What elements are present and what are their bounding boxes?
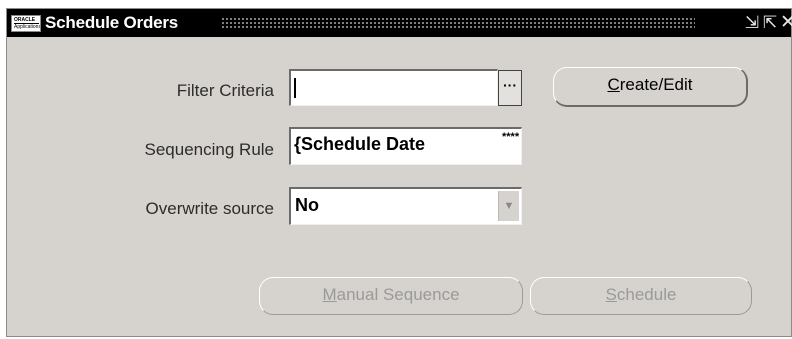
manual-sequence-button[interactable]: Manual Sequence bbox=[259, 277, 523, 315]
overwrite-source-label: Overwrite source bbox=[145, 199, 274, 218]
create-edit-button[interactable]: Create/Edit bbox=[553, 67, 748, 107]
overflow-marker: **** bbox=[502, 131, 520, 143]
maximize-icon[interactable]: ⇱ bbox=[760, 12, 780, 34]
filter-criteria-lov-button[interactable]: ··· bbox=[498, 70, 522, 106]
text-cursor bbox=[294, 78, 296, 98]
filter-criteria-input[interactable] bbox=[289, 69, 498, 106]
sequencing-rule-input[interactable]: {Schedule Date **** bbox=[289, 127, 522, 165]
sequencing-rule-value: {Schedule Date bbox=[294, 134, 426, 154]
oracle-app-icon: ORACLE Applications bbox=[11, 15, 41, 32]
dropdown-arrow-icon[interactable]: ▼ bbox=[498, 191, 519, 221]
schedule-button[interactable]: Schedule bbox=[530, 277, 752, 315]
close-icon[interactable]: ✕ bbox=[778, 12, 792, 34]
minimize-icon[interactable]: ⇲ bbox=[742, 12, 762, 34]
window-title: Schedule Orders bbox=[45, 13, 179, 32]
overwrite-source-value: No bbox=[295, 195, 319, 215]
title-bar-drag-pattern bbox=[221, 17, 695, 30]
schedule-orders-window: ORACLE Applications Schedule Orders ⇲ ⇱ … bbox=[6, 8, 792, 337]
sequencing-rule-label: Sequencing Rule bbox=[144, 140, 274, 159]
filter-criteria-label: Filter Criteria bbox=[176, 81, 274, 100]
title-bar[interactable]: ORACLE Applications Schedule Orders ⇲ ⇱ … bbox=[7, 9, 792, 37]
overwrite-source-select[interactable]: No ▼ bbox=[289, 187, 522, 225]
